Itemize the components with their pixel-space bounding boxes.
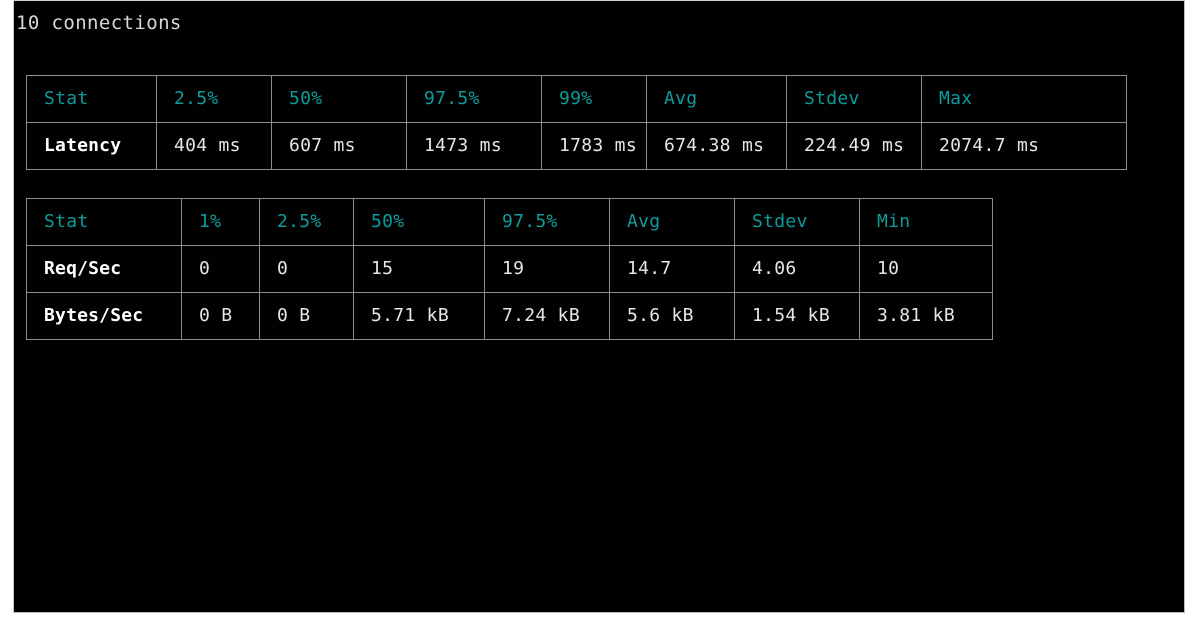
- latency-col-stat: Stat: [26, 75, 157, 123]
- bytessec-avg-value: 5.6 kB: [609, 292, 735, 340]
- latency-stats-table: Stat 2.5% 50% 97.5% 99% Avg Stdev Max La…: [26, 75, 1127, 170]
- latency-row-label: Latency: [26, 122, 157, 170]
- reqsec-stdev-value: 4.06: [734, 245, 860, 293]
- table-row: Latency 404 ms 607 ms 1473 ms 1783 ms 67…: [26, 122, 1127, 170]
- connections-status-line: 10 connections: [16, 12, 182, 34]
- latency-avg-value: 674.38 ms: [646, 122, 787, 170]
- latency-p50-value: 607 ms: [271, 122, 407, 170]
- throughput-header-row: Stat 1% 2.5% 50% 97.5% Avg Stdev Min: [26, 198, 993, 246]
- latency-col-p2_5: 2.5%: [156, 75, 272, 123]
- reqsec-min-value: 10: [859, 245, 993, 293]
- throughput-col-p50: 50%: [353, 198, 485, 246]
- latency-header-row: Stat 2.5% 50% 97.5% 99% Avg Stdev Max: [26, 75, 1127, 123]
- table-row: Bytes/Sec 0 B 0 B 5.71 kB 7.24 kB 5.6 kB…: [26, 292, 993, 340]
- latency-p97_5-value: 1473 ms: [406, 122, 542, 170]
- throughput-col-min: Min: [859, 198, 993, 246]
- latency-col-max: Max: [921, 75, 1127, 123]
- bytessec-p50-value: 5.71 kB: [353, 292, 485, 340]
- throughput-col-p2_5: 2.5%: [259, 198, 354, 246]
- latency-p99-value: 1783 ms: [541, 122, 647, 170]
- bytessec-p2_5-value: 0 B: [259, 292, 354, 340]
- throughput-col-p97_5: 97.5%: [484, 198, 610, 246]
- throughput-col-p1: 1%: [181, 198, 260, 246]
- throughput-col-stat: Stat: [26, 198, 182, 246]
- reqsec-p50-value: 15: [353, 245, 485, 293]
- bytessec-stdev-value: 1.54 kB: [734, 292, 860, 340]
- bytessec-p1-value: 0 B: [181, 292, 260, 340]
- throughput-col-stdev: Stdev: [734, 198, 860, 246]
- latency-col-p99: 99%: [541, 75, 647, 123]
- bytessec-min-value: 3.81 kB: [859, 292, 993, 340]
- table-row: Req/Sec 0 0 15 19 14.7 4.06 10: [26, 245, 993, 293]
- throughput-stats-table: Stat 1% 2.5% 50% 97.5% Avg Stdev Min Req…: [26, 198, 993, 340]
- latency-col-stdev: Stdev: [786, 75, 922, 123]
- throughput-col-avg: Avg: [609, 198, 735, 246]
- latency-col-avg: Avg: [646, 75, 787, 123]
- latency-stdev-value: 224.49 ms: [786, 122, 922, 170]
- bytessec-row-label: Bytes/Sec: [26, 292, 182, 340]
- reqsec-p1-value: 0: [181, 245, 260, 293]
- reqsec-p2_5-value: 0: [259, 245, 354, 293]
- reqsec-row-label: Req/Sec: [26, 245, 182, 293]
- reqsec-p97_5-value: 19: [484, 245, 610, 293]
- terminal-window[interactable]: 10 connections Stat 2.5% 50% 97.5% 99% A…: [13, 0, 1185, 613]
- bytessec-p97_5-value: 7.24 kB: [484, 292, 610, 340]
- latency-col-p50: 50%: [271, 75, 407, 123]
- latency-p2_5-value: 404 ms: [156, 122, 272, 170]
- latency-col-p97_5: 97.5%: [406, 75, 542, 123]
- reqsec-avg-value: 14.7: [609, 245, 735, 293]
- latency-max-value: 2074.7 ms: [921, 122, 1127, 170]
